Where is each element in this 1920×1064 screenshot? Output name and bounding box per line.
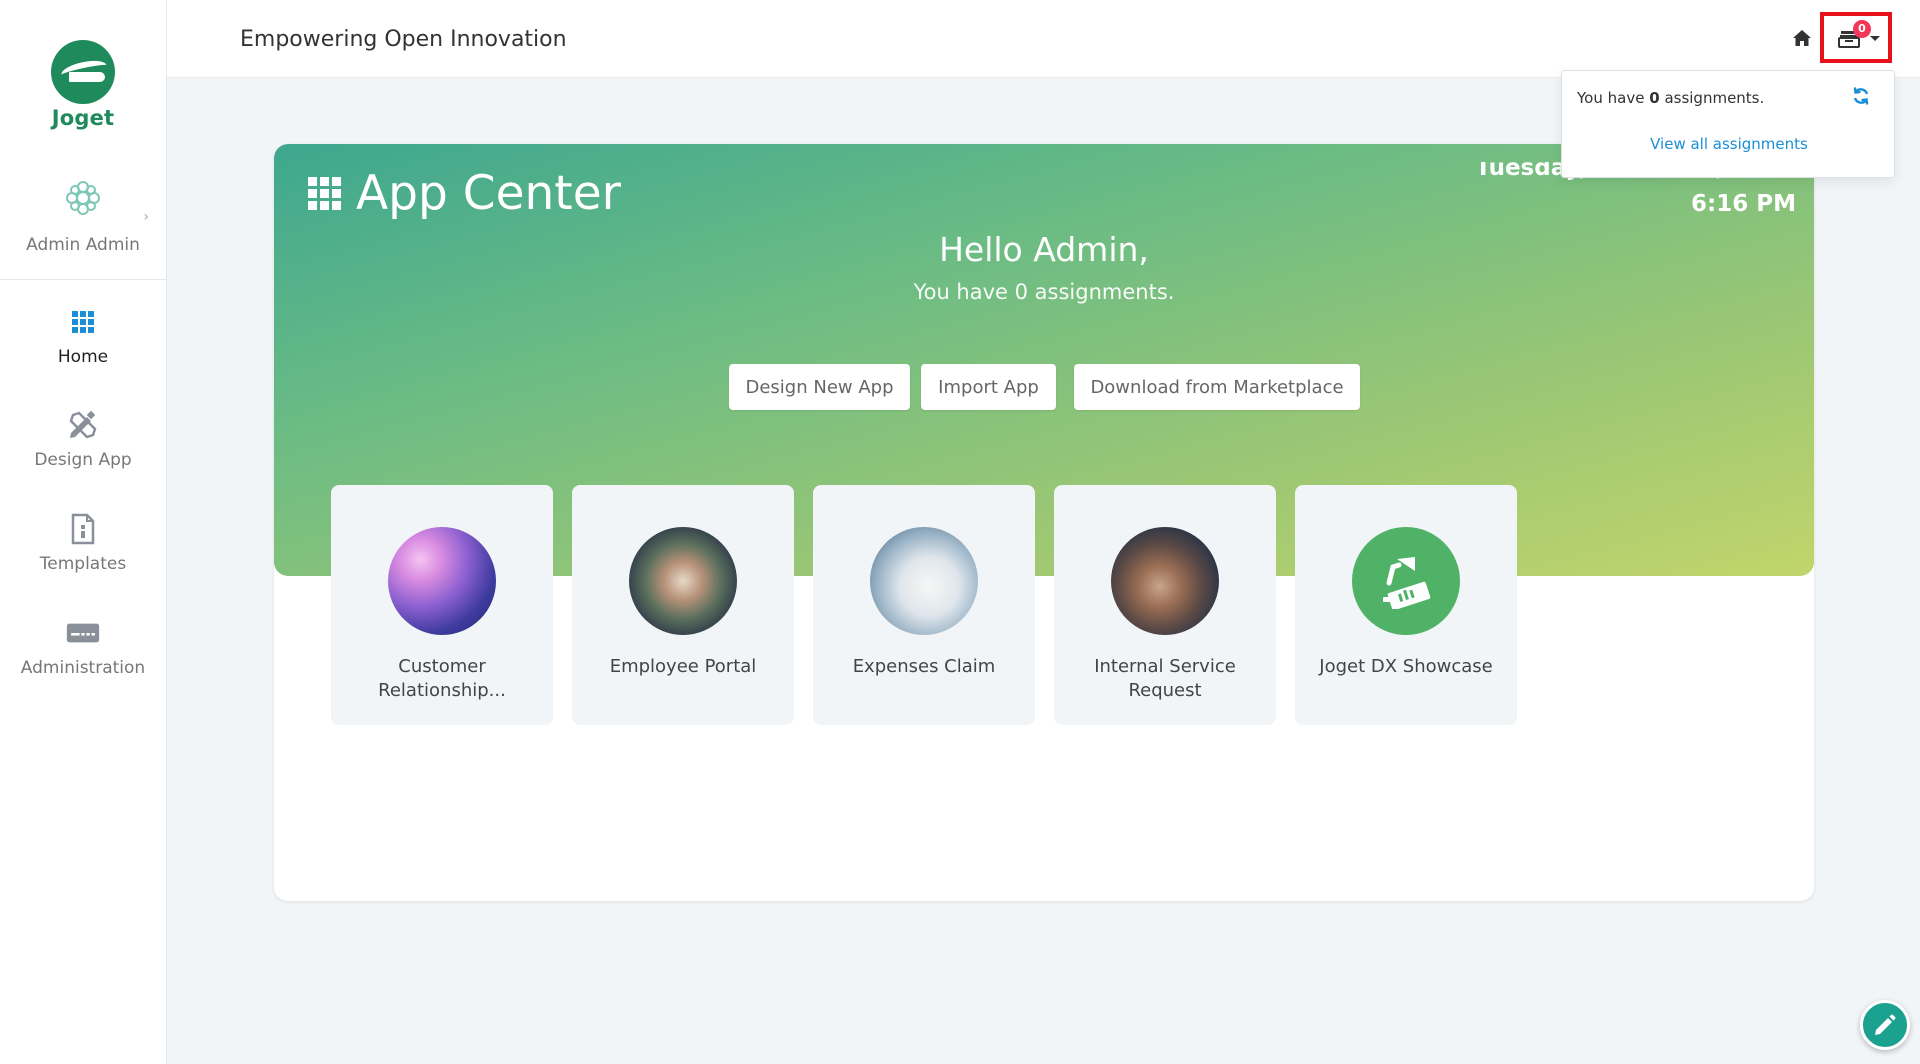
expenses-claim-image bbox=[870, 527, 978, 635]
sidebar-item-home[interactable]: Home bbox=[0, 305, 166, 367]
import-app-button[interactable]: Import App bbox=[921, 364, 1056, 410]
app-label: Joget DX Showcase bbox=[1319, 656, 1493, 677]
current-time: 6:16 PM bbox=[1691, 191, 1796, 217]
page-title: Empowering Open Innovation bbox=[240, 27, 567, 52]
sidebar: Joget › Admin Admin Home Design App Temp… bbox=[0, 0, 167, 1064]
app-center-card: App Center Tuesday, March 28, 2023 6:16 … bbox=[274, 144, 1814, 901]
sidebar-item-label: Templates bbox=[39, 554, 127, 574]
inbox-button[interactable]: 0 bbox=[1820, 12, 1892, 63]
chevron-right-icon: › bbox=[143, 209, 149, 225]
app-center-heading: App Center bbox=[308, 166, 621, 221]
assignments-greeting: You have 0 assignments. bbox=[913, 280, 1175, 304]
design-tools-icon bbox=[66, 408, 100, 442]
sidebar-profile[interactable]: › Admin Admin bbox=[0, 175, 166, 280]
user-avatar-icon bbox=[64, 179, 102, 217]
assignments-count: 0 bbox=[1649, 89, 1660, 107]
edit-floating-button[interactable] bbox=[1860, 1000, 1910, 1050]
apps-grid-icon bbox=[66, 305, 100, 339]
app-card-joget-dx-showcase[interactable]: Joget DX Showcase bbox=[1295, 485, 1517, 725]
service-request-image bbox=[1111, 527, 1219, 635]
design-new-app-button[interactable]: Design New App bbox=[729, 364, 910, 410]
app-label: Employee Portal bbox=[609, 656, 757, 677]
employee-portal-image bbox=[629, 527, 737, 635]
sidebar-item-design-app[interactable]: Design App bbox=[0, 408, 166, 470]
refresh-button[interactable] bbox=[1852, 87, 1872, 107]
app-label: Internal Service Request bbox=[1094, 656, 1236, 701]
app-label: Expenses Claim bbox=[852, 656, 996, 677]
home-icon bbox=[1793, 30, 1811, 46]
app-label: Customer Relationship... bbox=[378, 656, 506, 701]
app-card-crm[interactable]: Customer Relationship... bbox=[331, 485, 553, 725]
joget-logo-icon bbox=[51, 40, 115, 104]
assignments-summary: You have 0 assignments. bbox=[1577, 89, 1765, 107]
app-center-title: App Center bbox=[356, 166, 621, 221]
profile-name: Admin Admin bbox=[26, 235, 140, 255]
sidebar-item-templates[interactable]: Templates bbox=[0, 512, 166, 574]
server-icon bbox=[66, 616, 100, 650]
sidebar-item-label: Home bbox=[57, 347, 109, 367]
sidebar-item-label: Administration bbox=[20, 658, 146, 678]
app-card-expenses-claim[interactable]: Expenses Claim bbox=[813, 485, 1035, 725]
refresh-icon bbox=[1853, 87, 1869, 105]
assignment-count-badge: 0 bbox=[1853, 20, 1871, 38]
app-card-employee-portal[interactable]: Employee Portal bbox=[572, 485, 794, 725]
download-marketplace-button[interactable]: Download from Marketplace bbox=[1074, 364, 1360, 410]
dx-showcase-icon bbox=[1352, 527, 1460, 635]
action-buttons: Design New App Import App Download from … bbox=[274, 364, 1814, 410]
sidebar-item-administration[interactable]: Administration bbox=[0, 616, 166, 678]
home-button[interactable] bbox=[1790, 26, 1814, 50]
joget-logo[interactable]: Joget bbox=[47, 40, 119, 130]
logo-text: Joget bbox=[51, 106, 115, 130]
template-file-icon bbox=[66, 512, 100, 546]
apps-grid-icon bbox=[308, 176, 342, 211]
assignments-dropdown: You have 0 assignments. View all assignm… bbox=[1561, 70, 1895, 178]
pencil-icon bbox=[1875, 1014, 1896, 1035]
top-header: Empowering Open Innovation 0 bbox=[167, 0, 1920, 78]
greeting: Hello Admin, bbox=[939, 230, 1149, 269]
caret-down-icon bbox=[1870, 36, 1880, 41]
sidebar-item-label: Design App bbox=[34, 450, 132, 470]
crm-app-image bbox=[388, 527, 496, 635]
app-card-internal-service-request[interactable]: Internal Service Request bbox=[1054, 485, 1276, 725]
view-all-assignments-link[interactable]: View all assignments bbox=[1562, 135, 1896, 153]
